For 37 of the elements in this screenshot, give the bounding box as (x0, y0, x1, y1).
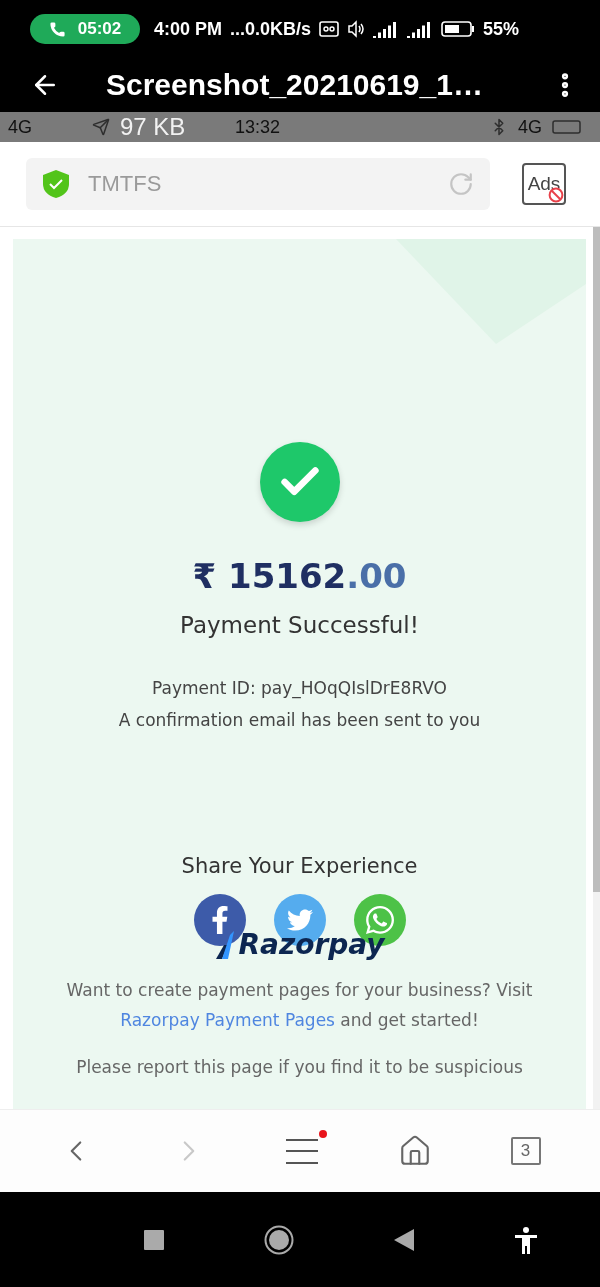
tabs-button[interactable]: 3 (510, 1137, 541, 1165)
menu-icon[interactable] (285, 1136, 319, 1166)
payment-amount: ₹ 15162.00 (192, 556, 407, 596)
payment-pages-link[interactable]: Razorpay Payment Pages (120, 1010, 335, 1030)
site-name: TMTFS (88, 171, 163, 197)
promo-text: Want to create payment pages for your business? Visit Razorpay Payment Pages and get started! (65, 979, 534, 1032)
address-bar[interactable]: TMTFS (26, 158, 490, 210)
share-heading: Share Your Experience (181, 854, 418, 878)
recents-icon[interactable] (144, 1229, 164, 1250)
network-label: 4G (8, 116, 32, 138)
clock: 4:00 PM (154, 18, 223, 40)
battery-percent: 55% (483, 18, 520, 40)
battery-icon (441, 20, 476, 38)
paper-plane-icon (92, 118, 110, 136)
razorpay-logo: Razorpay (238, 928, 385, 961)
network-speed: ...0.0KB/s (230, 18, 312, 40)
report-text: Please report this page if you find it to be suspicious (76, 1057, 523, 1077)
file-size: 97 KB (120, 113, 186, 141)
status-message: Payment Successful! (180, 612, 419, 638)
payment-id: Payment ID: pay_HOqQIslDrE8RVO (152, 678, 447, 698)
success-check-icon (259, 442, 340, 522)
confirmation-text: A confirmation email has been sent to you (118, 710, 481, 730)
accessibility-icon[interactable] (514, 1225, 538, 1254)
file-title: Screenshot_20210619_1… (106, 68, 484, 102)
battery-icon (552, 120, 582, 134)
speaker-icon (347, 20, 366, 38)
captured-clock: 13:32 (234, 116, 280, 138)
call-time: 05:02 (77, 19, 122, 39)
home-circle-icon[interactable] (264, 1224, 294, 1255)
logo-mark-icon (214, 931, 237, 961)
voicemail-icon (319, 21, 340, 37)
shield-check-icon (42, 169, 70, 199)
network-label: 4G (518, 116, 542, 138)
phone-icon (48, 20, 66, 38)
scrollbar-thumb[interactable] (593, 227, 600, 892)
call-pill[interactable]: 05:02 (30, 14, 140, 44)
back-triangle-icon[interactable] (394, 1228, 414, 1251)
